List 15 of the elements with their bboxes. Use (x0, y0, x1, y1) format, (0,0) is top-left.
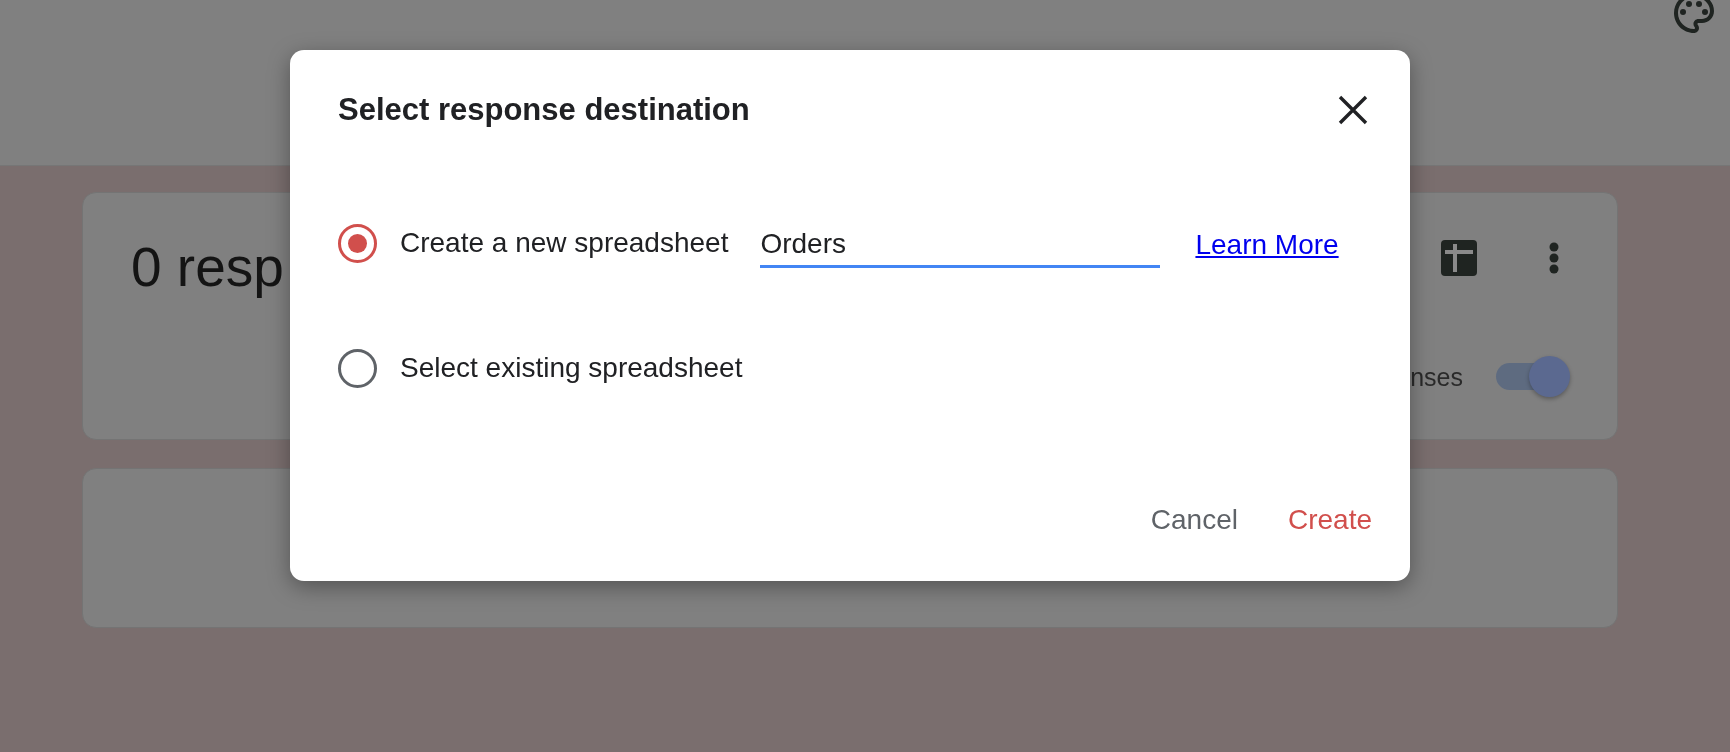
option-label: Select existing spreadsheet (400, 351, 743, 385)
close-icon[interactable] (1338, 94, 1368, 125)
create-button[interactable]: Create (1279, 493, 1380, 547)
radio-button[interactable] (338, 223, 377, 263)
toggle-label: nses (1410, 361, 1463, 392)
more-icon[interactable] (1548, 242, 1560, 274)
option-label: Create a new spreadsheet (400, 226, 729, 260)
radio-button[interactable] (338, 348, 377, 388)
toggle-switch[interactable] (1496, 356, 1570, 397)
cancel-button[interactable]: Cancel (1142, 493, 1246, 547)
spreadsheet-icon[interactable] (1441, 240, 1477, 276)
palette-icon[interactable] (1674, 0, 1714, 33)
dialog-title: Select response destination (338, 91, 750, 128)
learn-more-link[interactable]: Learn More (1195, 228, 1339, 262)
spreadsheet-name-field[interactable]: Orders (760, 218, 1161, 268)
